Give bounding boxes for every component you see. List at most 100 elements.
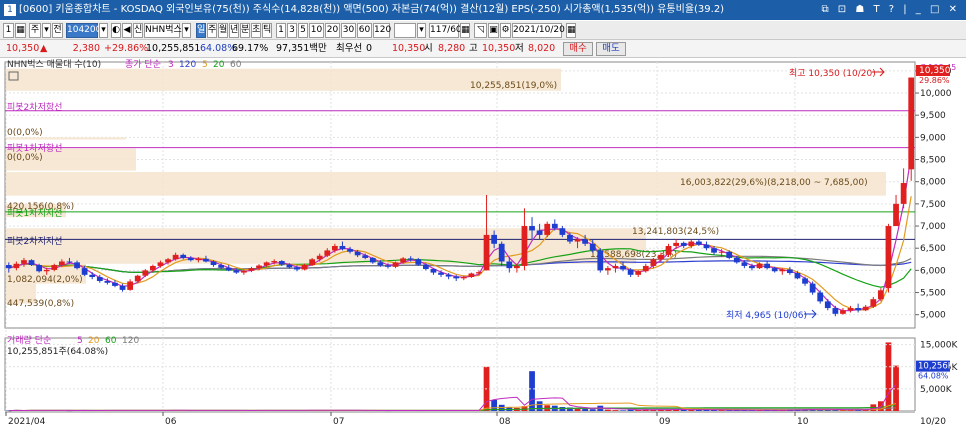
candle-body	[604, 268, 611, 271]
toolbar-item-12[interactable]: 일	[196, 23, 206, 38]
toolbar-item-18[interactable]: 틱	[262, 23, 272, 38]
toolbar-item-28[interactable]: ▾	[417, 23, 426, 38]
candle-body	[195, 258, 202, 261]
candle-body	[13, 263, 20, 269]
toolbar-item-4[interactable]: 전	[52, 23, 63, 38]
volume-bar	[536, 401, 543, 411]
price-legend-period: 60	[230, 60, 242, 70]
volume-bar	[620, 410, 626, 411]
toolbar-item-20[interactable]: 3	[287, 23, 297, 38]
candle-body	[786, 269, 793, 274]
candle-body	[794, 273, 801, 279]
price-chart[interactable]: 10,50010,0009,5009,0008,5008,0007,5007,0…	[0, 58, 966, 429]
toolbar-item-14[interactable]: 월	[218, 23, 228, 38]
toolbar-item-33[interactable]: ⚙	[500, 23, 511, 38]
candle-body	[271, 261, 278, 263]
toolbar-item-0[interactable]: 1	[3, 23, 14, 38]
price-legend-period: 120	[179, 60, 196, 70]
toolbar-item-32[interactable]: ▣	[488, 23, 499, 38]
candle-body	[218, 265, 225, 268]
current-volume-tag-label: 10,256K	[918, 362, 954, 372]
candle-body	[680, 242, 687, 246]
low-label: 저	[515, 43, 524, 54]
volume-tick-label: 5,000K	[920, 385, 953, 395]
toolbar-item-10[interactable]: NHN벅스	[144, 23, 182, 38]
volume-profile-label: 10,255,851(19,0%)	[470, 81, 557, 91]
x-tick-label: 09	[659, 417, 671, 427]
current-volume-pct: 64.08%	[918, 372, 949, 381]
toolbar-item-22[interactable]: 10	[309, 23, 324, 38]
toolbar-item-2[interactable]: 주	[29, 23, 41, 38]
candle-body	[400, 258, 407, 263]
toolbar-item-25[interactable]: 60	[357, 23, 372, 38]
volume-legend-period: 120	[122, 336, 139, 346]
volume-bar	[582, 408, 589, 411]
pivot-line-label: 피봇2차저항선	[7, 101, 62, 113]
toolbar-item-5[interactable]: 104200	[66, 23, 101, 38]
candle-body	[771, 268, 778, 272]
toolbar-item-13[interactable]: 주	[207, 23, 217, 38]
toolbar-item-11[interactable]: ▾	[182, 23, 191, 38]
price-tick-label: 7,500	[920, 200, 946, 210]
toolbar-item-31[interactable]: ◹	[474, 23, 487, 38]
candle-body	[695, 241, 702, 245]
toolbar-item-27[interactable]	[394, 23, 416, 38]
candle-body	[877, 290, 884, 300]
candle-body	[711, 248, 717, 253]
candle-body	[809, 283, 816, 293]
toolbar-item-30[interactable]: ▦	[460, 23, 470, 38]
candle-body	[180, 254, 187, 258]
candle-body	[339, 245, 346, 250]
candle-body	[733, 257, 740, 263]
toolbar-item-21[interactable]: 5	[298, 23, 308, 38]
volume-tick-label: 15,000K	[920, 341, 958, 351]
price-change: 2,380	[72, 43, 100, 54]
candle-body	[263, 262, 270, 266]
candle-body	[407, 258, 414, 260]
window-title: [0600] 키움종합차트 - KOSDAQ 외국인보유(75(천)) 주식수(…	[19, 4, 725, 15]
toolbar-item-35[interactable]: ▦	[566, 23, 576, 38]
x-tick-label: 06	[165, 417, 177, 427]
toolbar-item-34[interactable]: 2021/10/20	[512, 23, 565, 38]
window-controls[interactable]: ⧉ ⊡ ☗ T ? | _ □ ✕	[821, 0, 960, 20]
toolbar-item-16[interactable]: 분	[240, 23, 250, 38]
volume-panel	[4, 337, 916, 412]
candle-body	[96, 277, 103, 282]
window-number-icon: 1	[4, 4, 16, 16]
toolbar-item-15[interactable]: 년	[229, 23, 239, 38]
candle-body	[331, 245, 338, 251]
toolbar-item-8[interactable]: ◀	[122, 23, 132, 38]
price-legend-period: 5	[202, 60, 208, 70]
toolbar-item-1[interactable]: ▦	[15, 23, 26, 38]
toolbar-item-17[interactable]: 초	[251, 23, 261, 38]
candle-body	[650, 259, 657, 266]
candle-body	[529, 226, 535, 231]
current-price: 10,350	[6, 43, 40, 54]
toolbar-item-24[interactable]: 30	[341, 23, 356, 38]
candle-body	[900, 183, 907, 204]
candle-body	[506, 261, 513, 269]
toolbar-item-3[interactable]: ▾	[42, 23, 51, 38]
sell-button[interactable]: 매도	[596, 42, 626, 56]
toolbar-item-6[interactable]: ▾	[99, 23, 108, 38]
candle-body	[589, 243, 596, 251]
toolbar-item-23[interactable]: 20	[325, 23, 340, 38]
candle-body	[36, 265, 43, 272]
buy-button[interactable]: 매수	[563, 42, 593, 56]
x-tick-label: 10	[797, 417, 809, 427]
price-change-pct: +29.86%	[104, 43, 149, 54]
volume-profile-label: 0(0,0%)	[7, 153, 43, 163]
candle-body	[491, 234, 498, 244]
candle-body	[248, 268, 255, 271]
toolbar-item-19[interactable]: 1	[276, 23, 286, 38]
candle-body	[430, 269, 437, 273]
candle-body	[764, 263, 771, 269]
toolbar-item-26[interactable]: 120	[373, 23, 391, 38]
x-tick-label: 08	[499, 417, 511, 427]
title-bar: 1 [0600] 키움종합차트 - KOSDAQ 외국인보유(75(천)) 주식수…	[0, 0, 966, 20]
toolbar-item-9[interactable]: 신	[133, 23, 143, 38]
toolbar-item-29[interactable]: 117/600	[429, 23, 467, 38]
toolbar-item-7[interactable]: ◐	[111, 23, 121, 38]
candle-body	[278, 261, 285, 265]
candle-body	[551, 223, 558, 229]
